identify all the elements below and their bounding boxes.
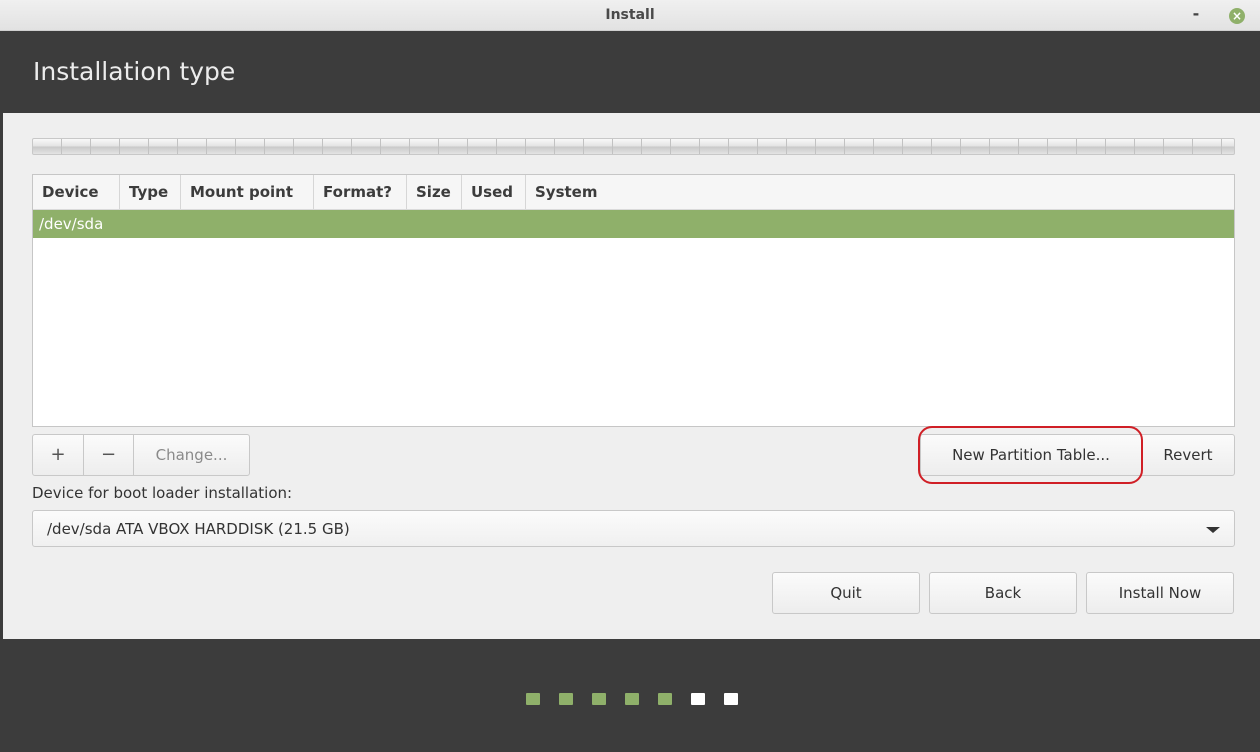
progress-dot — [625, 693, 639, 705]
column-header-size[interactable]: Size — [407, 175, 462, 209]
partition-edit-buttons: + − Change... — [32, 434, 250, 476]
column-header-type[interactable]: Type — [120, 175, 181, 209]
close-button[interactable]: × — [1229, 8, 1245, 24]
remove-partition-button[interactable]: − — [84, 435, 134, 475]
window-title: Install — [605, 7, 655, 23]
progress-dot — [592, 693, 606, 705]
title-bar: Install - × — [0, 0, 1260, 31]
partition-bar — [32, 138, 1235, 155]
column-header-device[interactable]: Device — [33, 175, 120, 209]
partition-table: Device Type Mount point Format? Size Use… — [32, 174, 1235, 427]
progress-dot — [658, 693, 672, 705]
progress-dot — [526, 693, 540, 705]
column-header-system[interactable]: System — [526, 175, 606, 209]
column-header-used[interactable]: Used — [462, 175, 526, 209]
revert-button[interactable]: Revert — [1141, 434, 1235, 476]
bootloader-label: Device for boot loader installation: — [32, 484, 293, 502]
progress-dot — [559, 693, 573, 705]
progress-dot — [724, 693, 738, 705]
table-row[interactable]: /dev/sda — [33, 210, 1234, 238]
dropdown-arrow-icon — [1206, 527, 1220, 533]
install-now-button[interactable]: Install Now — [1086, 572, 1234, 614]
column-header-mount-point[interactable]: Mount point — [181, 175, 314, 209]
page-header: Installation type — [3, 31, 1260, 113]
minimize-button[interactable]: - — [1188, 3, 1204, 25]
change-partition-button[interactable]: Change... — [134, 435, 249, 475]
add-partition-button[interactable]: + — [33, 435, 84, 475]
new-partition-table-button[interactable]: New Partition Table... — [920, 434, 1142, 476]
bootloader-device-value: /dev/sda ATA VBOX HARDDISK (21.5 GB) — [47, 520, 350, 538]
step-progress-indicator — [526, 693, 738, 705]
table-header: Device Type Mount point Format? Size Use… — [33, 175, 1234, 210]
quit-button[interactable]: Quit — [772, 572, 920, 614]
footer — [3, 639, 1260, 752]
back-button[interactable]: Back — [929, 572, 1077, 614]
page-title: Installation type — [33, 57, 236, 86]
bootloader-device-select[interactable]: /dev/sda ATA VBOX HARDDISK (21.5 GB) — [32, 510, 1235, 547]
main-panel: Device Type Mount point Format? Size Use… — [3, 113, 1260, 639]
column-header-format[interactable]: Format? — [314, 175, 407, 209]
progress-dot — [691, 693, 705, 705]
